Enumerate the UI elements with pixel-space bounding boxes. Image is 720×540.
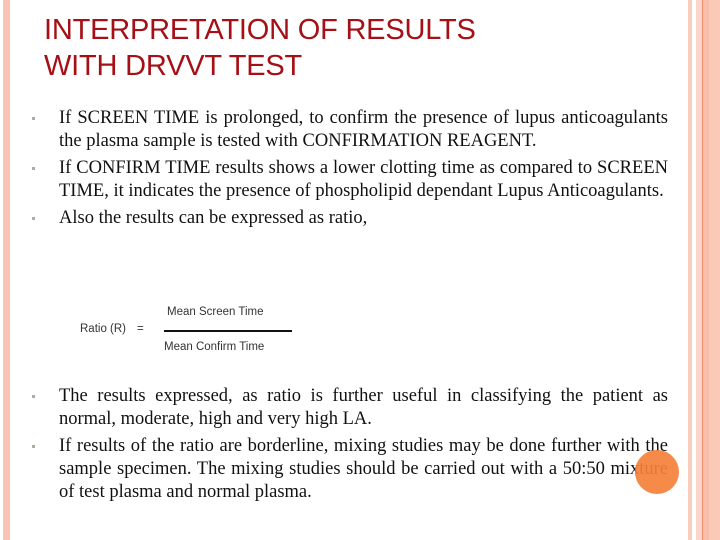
formula-equals: = bbox=[137, 323, 144, 335]
cursor-highlight-circle bbox=[635, 450, 679, 494]
ratio-formula: Ratio (R) = Mean Screen Time Mean Confir… bbox=[80, 304, 300, 356]
bullet-marker-icon bbox=[32, 217, 35, 220]
right-border-decoration bbox=[688, 0, 720, 540]
slide-title: INTERPRETATION OF RESULTS WITH DRVVT TES… bbox=[44, 12, 664, 84]
bullet-text: If SCREEN TIME is prolonged, to confirm … bbox=[59, 108, 668, 151]
title-line-2: WITH DRVVT TEST bbox=[44, 50, 303, 82]
bullet-text: The results expressed, as ratio is furth… bbox=[59, 386, 668, 429]
formula-numerator: Mean Screen Time bbox=[167, 306, 264, 318]
border-stripe bbox=[709, 0, 720, 540]
bullet-text: If CONFIRM TIME results shows a lower cl… bbox=[59, 158, 668, 201]
bullet-item: If SCREEN TIME is prolonged, to confirm … bbox=[28, 107, 668, 153]
formula-denominator: Mean Confirm Time bbox=[164, 341, 265, 353]
bullet-text: Also the results can be expressed as rat… bbox=[59, 208, 368, 228]
title-line-1: INTERPRETATION OF RESULTS bbox=[44, 14, 476, 46]
bullet-marker-icon bbox=[32, 117, 35, 120]
bullet-item: The results expressed, as ratio is furth… bbox=[28, 385, 668, 431]
bullet-item: If CONFIRM TIME results shows a lower cl… bbox=[28, 157, 668, 203]
left-border-stripe bbox=[3, 0, 10, 540]
formula-lhs: Ratio (R) bbox=[80, 323, 127, 335]
bullet-item: If results of the ratio are borderline, … bbox=[28, 435, 668, 504]
bullet-item: Also the results can be expressed as rat… bbox=[28, 207, 668, 230]
bullet-text: If results of the ratio are borderline, … bbox=[59, 436, 668, 502]
bullet-marker-icon bbox=[32, 445, 35, 448]
fraction-bar bbox=[164, 330, 292, 332]
bullet-list-2: The results expressed, as ratio is furth… bbox=[28, 385, 668, 508]
border-stripe bbox=[688, 0, 692, 540]
bullet-marker-icon bbox=[32, 395, 35, 398]
bullet-marker-icon bbox=[32, 167, 35, 170]
bullet-list: If SCREEN TIME is prolonged, to confirm … bbox=[28, 107, 668, 234]
